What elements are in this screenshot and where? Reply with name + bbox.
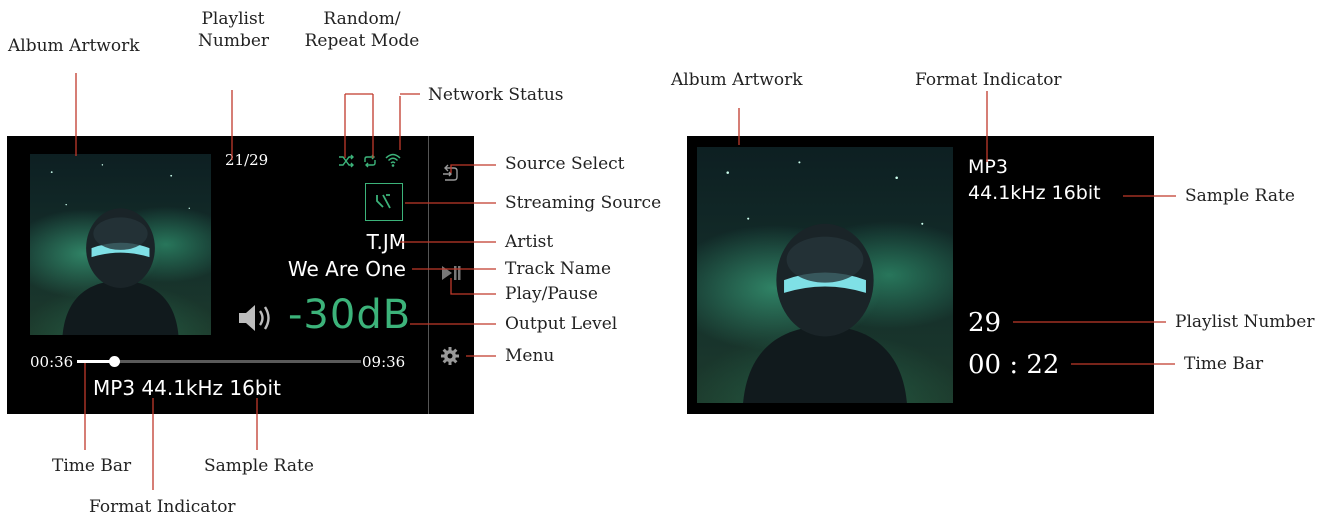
label-track-name: Track Name — [505, 259, 612, 279]
source-select-icon[interactable] — [441, 164, 459, 184]
time-bar-handle[interactable] — [109, 356, 120, 367]
format-indicator-line: MP3 44.1kHz 16bit — [93, 376, 281, 400]
label-sample-rate-left: Sample Rate — [204, 456, 314, 476]
label-playlist-number-right: Playlist Number — [1175, 312, 1315, 332]
label-format-indicator-right: Format Indicator — [915, 70, 1062, 90]
label-random-repeat: Random/ Repeat Mode — [304, 9, 420, 51]
album-art-figure — [50, 164, 191, 335]
label-play-pause: Play/Pause — [505, 284, 598, 304]
album-artwork-right — [697, 147, 953, 403]
label-format-indicator-left: Format Indicator — [89, 497, 236, 517]
speaker-icon[interactable] — [237, 303, 275, 333]
label-sample-rate-right: Sample Rate — [1185, 186, 1295, 206]
right-player-screen: MP3 44.1kHz 16bit 29 00 : 22 — [687, 136, 1154, 414]
album-art-figure-large — [726, 161, 924, 403]
shuffle-icon[interactable] — [338, 154, 354, 168]
format-indicator: MP3 — [968, 156, 1008, 178]
label-source-select: Source Select — [505, 154, 625, 174]
time-elapsed: 00:36 — [30, 353, 74, 371]
label-output-level: Output Level — [505, 314, 618, 334]
play-pause-icon[interactable] — [440, 263, 462, 283]
playlist-number-right: 29 — [968, 308, 1002, 338]
output-level: -30dB — [288, 292, 412, 338]
time-total: 09:36 — [362, 353, 406, 371]
label-network-status: Network Status — [428, 85, 564, 105]
label-menu: Menu — [505, 346, 555, 366]
streaming-source-icon[interactable] — [365, 183, 403, 221]
repeat-icon[interactable] — [362, 153, 378, 169]
album-artwork-left — [30, 154, 211, 335]
gear-icon[interactable] — [440, 346, 460, 366]
label-album-artwork-right: Album Artwork — [671, 70, 803, 90]
label-artist: Artist — [505, 232, 554, 252]
label-playlist-number-left: Playlist Number — [198, 9, 270, 51]
label-time-bar-left: Time Bar — [52, 456, 132, 476]
label-streaming-source: Streaming Source — [505, 193, 662, 213]
left-player-screen: 21/29 T.JM We Are One -30dB 00:36 09:36 … — [7, 136, 474, 414]
wifi-icon — [385, 153, 401, 167]
time-bar-track[interactable] — [77, 356, 361, 367]
sample-rate: 44.1kHz 16bit — [968, 182, 1101, 204]
side-divider — [428, 136, 429, 414]
time-display: 00 : 22 — [968, 350, 1060, 380]
label-album-artwork-left: Album Artwork — [8, 36, 140, 56]
playlist-number: 21/29 — [225, 151, 269, 169]
label-time-bar-right: Time Bar — [1184, 354, 1264, 374]
artist-name: T.JM — [366, 230, 406, 254]
track-name: We Are One — [287, 257, 406, 281]
